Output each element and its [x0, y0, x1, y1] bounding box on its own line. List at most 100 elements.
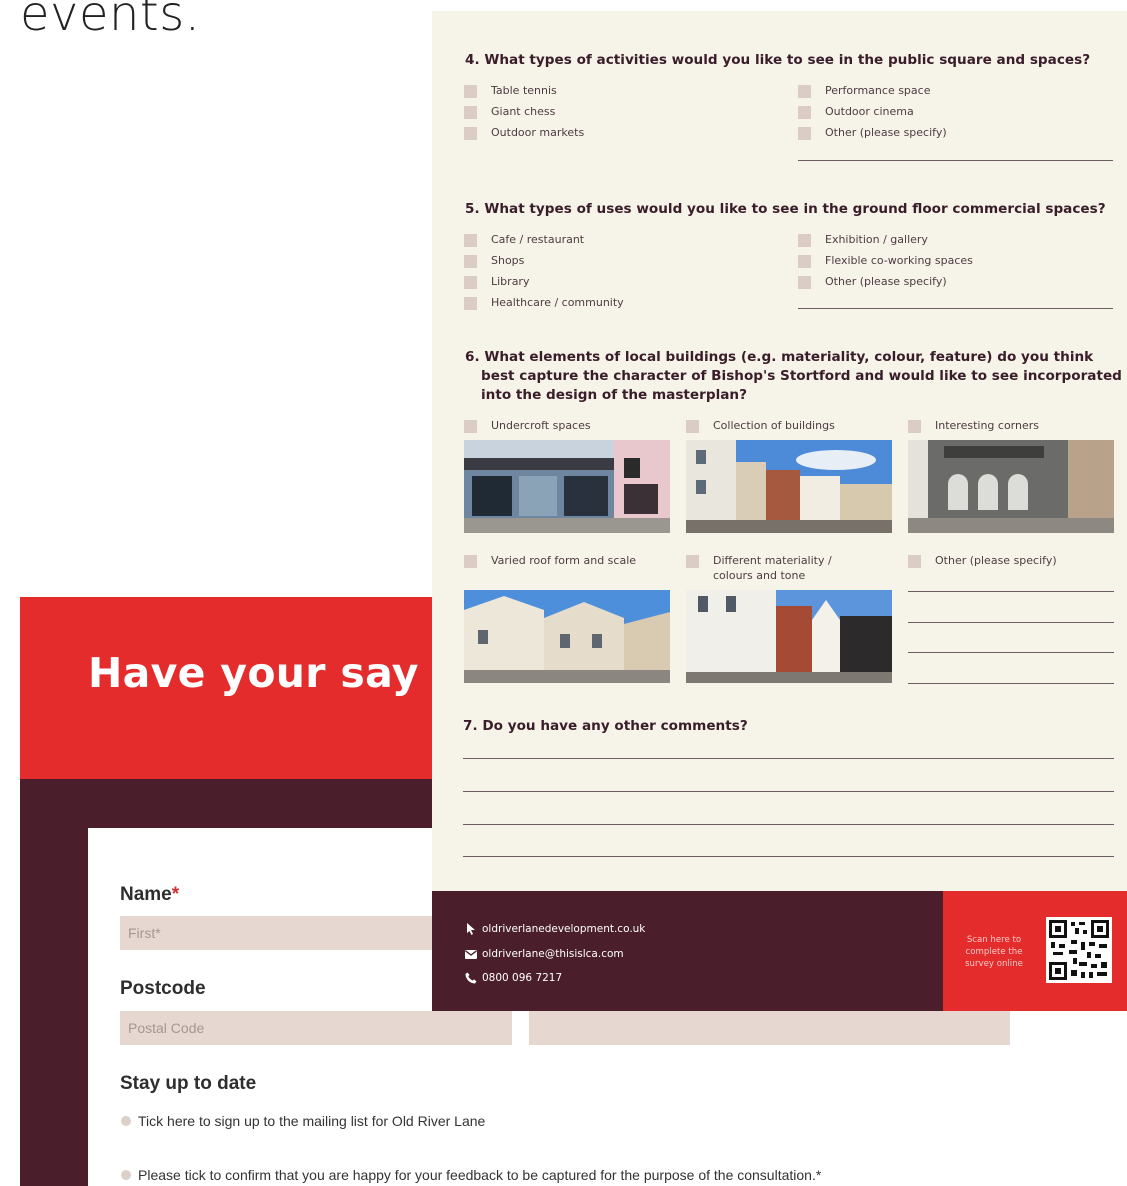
option-label: Other (please specify): [935, 554, 1057, 567]
scan-panel: Scan here to complete the survey online: [943, 891, 1127, 1011]
option-label: Flexible co-working spaces: [825, 254, 973, 267]
postcode-placeholder: Postal Code: [128, 1020, 205, 1036]
option-label: Other (please specify): [825, 275, 947, 288]
q5-option-cafe[interactable]: Cafe / restaurant: [464, 233, 584, 247]
q5-option-coworking[interactable]: Flexible co-working spaces: [798, 254, 973, 268]
q7-comment-line-1[interactable]: [463, 758, 1114, 759]
option-label: Giant chess: [491, 105, 556, 118]
option-label: Table tennis: [491, 84, 557, 97]
q7-comment-line-2[interactable]: [463, 791, 1114, 792]
q4-option-outdoor-markets[interactable]: Outdoor markets: [464, 126, 584, 140]
option-label: Healthcare / community: [491, 296, 624, 309]
q6-option-collection[interactable]: Collection of buildings: [686, 419, 835, 433]
question-7-title: 7. Do you have any other comments?: [463, 718, 748, 734]
option-label: Outdoor markets: [491, 126, 585, 139]
option-label: Interesting corners: [935, 419, 1039, 432]
checkbox[interactable]: [908, 554, 921, 568]
website-link[interactable]: oldriverlanedevelopment.co.uk: [464, 923, 645, 935]
checkbox[interactable]: [464, 275, 477, 289]
q5-other-line[interactable]: [798, 308, 1113, 309]
checkbox[interactable]: [464, 105, 477, 119]
q6-option-corners[interactable]: Interesting corners: [908, 419, 1039, 433]
question-6-title-line-3: into the design of the masterplan?: [481, 387, 747, 403]
collection-photo: [686, 440, 892, 533]
cursor-icon: [464, 923, 478, 935]
first-name-input[interactable]: First*: [120, 916, 440, 950]
required-mark: *: [171, 884, 180, 905]
checkbox[interactable]: [798, 126, 811, 140]
q5-option-exhibition[interactable]: Exhibition / gallery: [798, 233, 928, 247]
checkbox[interactable]: [464, 419, 477, 433]
question-6-title-line-2: best capture the character of Bishop's S…: [481, 368, 1122, 384]
q6-other-line-3[interactable]: [908, 652, 1114, 653]
stay-up-to-date-label: Stay up to date: [120, 1073, 257, 1094]
question-5-title: 5. What types of uses would you like to …: [465, 201, 1106, 217]
q5-option-shops[interactable]: Shops: [464, 254, 524, 268]
qr-code-graphic: [1049, 920, 1109, 980]
option-label: Different materiality /: [713, 554, 832, 567]
checkbox[interactable]: [464, 296, 477, 310]
q6-other-line-1[interactable]: [908, 591, 1114, 592]
q4-option-outdoor-cinema[interactable]: Outdoor cinema: [798, 105, 914, 119]
scan-text: Scan here to complete the survey online: [965, 935, 1023, 969]
q6-other-line-4[interactable]: [908, 683, 1114, 684]
mailing-list-checkbox[interactable]: Tick here to sign up to the mailing list…: [121, 1113, 485, 1129]
q7-comment-line-3[interactable]: [463, 824, 1114, 825]
checkbox[interactable]: [686, 419, 699, 433]
q6-option-roof[interactable]: Varied roof form and scale: [464, 554, 636, 568]
q7-comment-line-4[interactable]: [463, 856, 1114, 857]
q6-other-line-2[interactable]: [908, 622, 1114, 623]
phone-icon: [464, 972, 478, 984]
checkbox[interactable]: [798, 254, 811, 268]
name-label: Name*: [120, 884, 179, 906]
q4-option-giant-chess[interactable]: Giant chess: [464, 105, 555, 119]
option-label: Library: [491, 275, 530, 288]
consent-label: Please tick to confirm that you are happ…: [138, 1167, 822, 1183]
option-label: Undercroft spaces: [491, 419, 591, 432]
name-label-text: Name: [120, 884, 172, 905]
q4-option-other[interactable]: Other (please specify): [798, 126, 947, 140]
q5-option-other[interactable]: Other (please specify): [798, 275, 947, 289]
q4-option-table-tennis[interactable]: Table tennis: [464, 84, 557, 98]
checkbox-dot[interactable]: [121, 1116, 131, 1126]
checkbox[interactable]: [464, 126, 477, 140]
checkbox[interactable]: [464, 84, 477, 98]
qr-code[interactable]: [1046, 917, 1112, 983]
q5-option-healthcare[interactable]: Healthcare / community: [464, 296, 624, 310]
checkbox[interactable]: [686, 554, 699, 568]
checkbox[interactable]: [798, 233, 811, 247]
postcode-input[interactable]: Postal Code: [120, 1011, 512, 1045]
q6-option-undercroft[interactable]: Undercroft spaces: [464, 419, 591, 433]
q5-option-library[interactable]: Library: [464, 275, 529, 289]
option-label: Shops: [491, 254, 525, 267]
materiality-photo: [686, 590, 892, 683]
q4-other-line[interactable]: [798, 160, 1113, 161]
checkbox[interactable]: [908, 419, 921, 433]
checkbox[interactable]: [464, 554, 477, 568]
page-heading: events.: [20, 0, 201, 42]
checkbox-dot[interactable]: [121, 1170, 131, 1180]
email-link[interactable]: oldriverlane@thisislca.com: [464, 948, 624, 960]
checkbox[interactable]: [464, 233, 477, 247]
q6-option-materiality[interactable]: Different materiality /: [686, 554, 832, 568]
question-6-title-line-1: 6. What elements of local buildings (e.g…: [465, 349, 1094, 365]
option-label: Collection of buildings: [713, 419, 835, 432]
secondary-input[interactable]: [529, 1011, 1010, 1045]
q6-option-other[interactable]: Other (please specify): [908, 554, 1057, 568]
option-label: Varied roof form and scale: [491, 554, 637, 567]
checkbox[interactable]: [798, 105, 811, 119]
checkbox[interactable]: [798, 275, 811, 289]
consent-checkbox[interactable]: Please tick to confirm that you are happ…: [121, 1167, 821, 1183]
option-label: Other (please specify): [825, 126, 947, 139]
first-name-placeholder: First*: [128, 925, 161, 941]
q4-option-performance-space[interactable]: Performance space: [798, 84, 930, 98]
checkbox[interactable]: [464, 254, 477, 268]
undercroft-photo: [464, 440, 670, 533]
checkbox[interactable]: [798, 84, 811, 98]
envelope-icon: [464, 948, 478, 960]
website-text: oldriverlanedevelopment.co.uk: [482, 923, 646, 935]
postcode-label: Postcode: [120, 978, 206, 999]
mailing-list-label: Tick here to sign up to the mailing list…: [138, 1113, 486, 1129]
phone-link[interactable]: 0800 096 7217: [464, 972, 562, 984]
option-label: Performance space: [825, 84, 931, 97]
